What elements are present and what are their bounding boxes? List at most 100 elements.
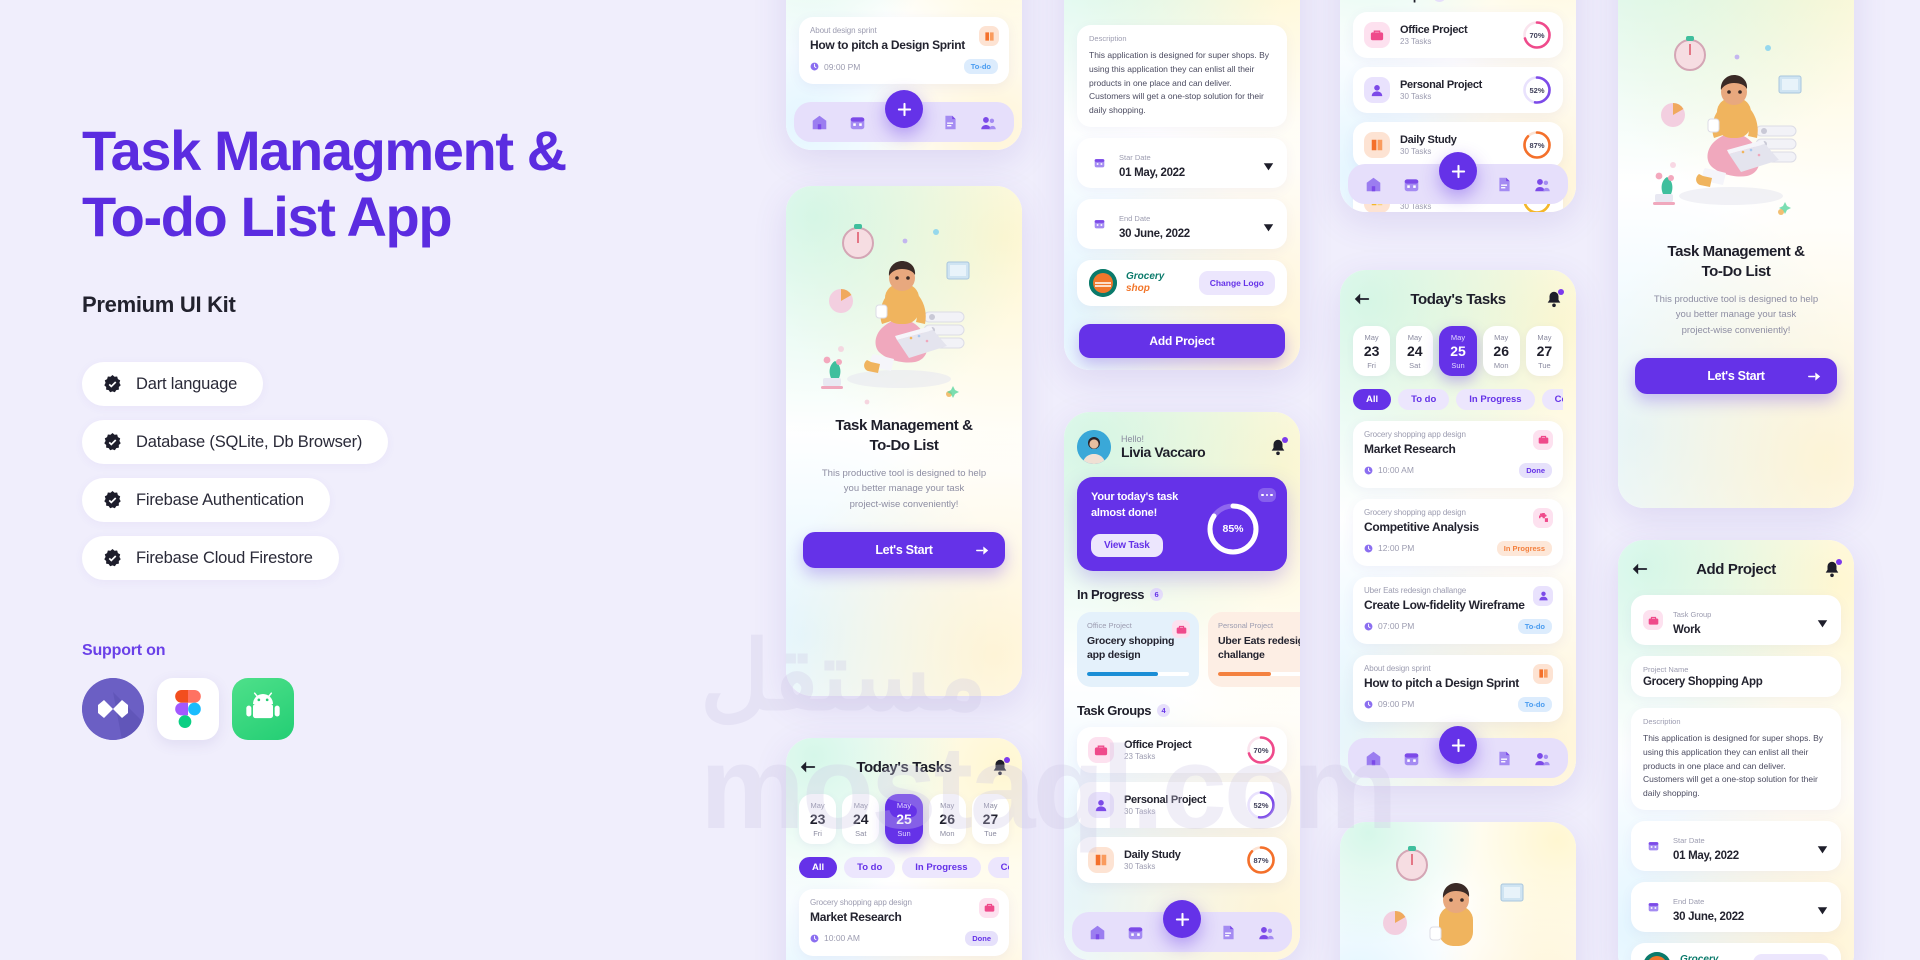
- field-value: Work: [1673, 624, 1701, 636]
- add-fab-button[interactable]: [1439, 726, 1477, 764]
- back-arrow-icon[interactable]: [1631, 560, 1649, 578]
- date-cell[interactable]: May 27 Tue: [1525, 326, 1564, 376]
- add-fab-button[interactable]: [1163, 900, 1201, 938]
- home-icon[interactable]: [1089, 924, 1106, 941]
- bell-icon[interactable]: [991, 757, 1010, 776]
- bell-icon[interactable]: [1823, 559, 1842, 578]
- change-logo-button[interactable]: Change Logo: [1752, 953, 1829, 960]
- date-cell[interactable]: May 23 Fri: [799, 794, 837, 844]
- home-icon[interactable]: [1365, 176, 1382, 193]
- grocery-shop-logo: [1089, 268, 1117, 297]
- date-cell[interactable]: May 24 Sat: [842, 794, 880, 844]
- project-group: Personal Project: [1218, 621, 1274, 630]
- document-icon[interactable]: [1220, 924, 1237, 941]
- task-card[interactable]: Grocery shopping app design Market Resea…: [1353, 420, 1563, 488]
- caret-down-icon[interactable]: [1263, 158, 1274, 171]
- task-group-field[interactable]: Task Group Work: [1631, 595, 1841, 645]
- end-date-field[interactable]: End Date 30 June, 2022: [1077, 198, 1287, 249]
- task-group-row[interactable]: Personal Project 30 Tasks 52%: [1353, 67, 1563, 113]
- home-icon[interactable]: [1365, 750, 1382, 767]
- people-icon[interactable]: [1258, 924, 1275, 941]
- add-project-button[interactable]: Add Project: [1079, 323, 1285, 358]
- status-badge: Done: [965, 930, 998, 946]
- briefcase-icon: [979, 897, 999, 918]
- calendar-icon[interactable]: [1403, 750, 1420, 767]
- bell-icon[interactable]: [1269, 437, 1288, 456]
- date-cell[interactable]: May 23 Fri: [1353, 326, 1391, 376]
- field-value: Grocery Shopping App: [1643, 676, 1763, 688]
- date-day: 27: [1536, 343, 1553, 359]
- task-project: Grocery shopping app design: [1364, 429, 1466, 439]
- date-cell-selected[interactable]: May 25 Sun: [885, 794, 923, 844]
- task-group-row[interactable]: Daily Study30 Tasks 87%: [1077, 837, 1287, 884]
- more-dots-icon[interactable]: [1258, 488, 1276, 502]
- caret-down-icon[interactable]: [1817, 902, 1828, 915]
- avatar[interactable]: [1077, 430, 1111, 464]
- project-card[interactable]: Personal Project Uber Eats redesign chal…: [1208, 612, 1300, 688]
- onboarding-description: This productive tool is designed to help…: [1653, 293, 1819, 336]
- clock-icon: [1364, 700, 1373, 709]
- task-card[interactable]: Uber Eats redesign challange Create Low-…: [1353, 576, 1563, 644]
- document-icon[interactable]: [942, 114, 959, 131]
- people-icon[interactable]: [1534, 176, 1551, 193]
- date-cell[interactable]: May 27 Tue: [971, 794, 1010, 844]
- filter-chip-completed[interactable]: Co: [987, 856, 1009, 878]
- document-icon[interactable]: [1496, 750, 1513, 767]
- filter-chip-all[interactable]: All: [1353, 388, 1392, 410]
- task-card[interactable]: Grocery shopping app design Competitive …: [1353, 498, 1563, 566]
- field-label: End Date: [1119, 213, 1151, 223]
- back-arrow-icon[interactable]: [799, 758, 817, 776]
- end-date-field[interactable]: End Date 30 June, 2022: [1631, 881, 1841, 932]
- calendar-icon[interactable]: [1127, 924, 1144, 941]
- lets-start-button[interactable]: Let's Start: [803, 532, 1005, 568]
- back-arrow-icon[interactable]: [1353, 290, 1371, 308]
- caret-down-icon[interactable]: [1263, 219, 1274, 232]
- filter-chip-all[interactable]: All: [799, 856, 838, 878]
- description-field[interactable]: Description This application is designed…: [1631, 708, 1841, 810]
- filter-chip-todo[interactable]: To do: [1398, 388, 1450, 410]
- view-task-button[interactable]: View Task: [1091, 533, 1163, 557]
- calendar-icon[interactable]: [1403, 176, 1420, 193]
- badge-check-icon: [102, 490, 123, 511]
- start-date-field[interactable]: Star Date 01 May, 2022: [1077, 137, 1287, 188]
- date-cell[interactable]: May 26 Mon: [1482, 326, 1520, 376]
- filter-chip-todo[interactable]: To do: [844, 856, 896, 878]
- document-icon[interactable]: [1496, 176, 1513, 193]
- group-progress-ring: 87%: [1522, 130, 1552, 160]
- people-icon[interactable]: [1534, 750, 1551, 767]
- date-cell-selected[interactable]: May 25 Sun: [1439, 326, 1477, 376]
- calendar-icon[interactable]: [849, 114, 866, 131]
- grocery-shop-logo: [1643, 951, 1671, 960]
- caret-down-icon[interactable]: [1817, 841, 1828, 854]
- add-fab-button[interactable]: [885, 90, 923, 128]
- task-group-row[interactable]: Office Project 23 Tasks 70%: [1353, 12, 1563, 58]
- change-logo-button[interactable]: Change Logo: [1198, 270, 1275, 295]
- task-card[interactable]: About design sprint How to pitch a Desig…: [799, 17, 1009, 84]
- filter-chip-in-progress[interactable]: In Progress: [1456, 388, 1535, 410]
- filter-chip-completed[interactable]: Co: [1541, 388, 1563, 410]
- task-group-row[interactable]: Personal Project 30 Tasks 52%: [1077, 782, 1287, 829]
- task-card[interactable]: About design sprint How to pitch a Desig…: [1353, 654, 1563, 722]
- caret-down-icon[interactable]: [1817, 616, 1828, 628]
- date-day: 24: [853, 811, 869, 827]
- project-card[interactable]: Office Project Grocery shopping app desi…: [1077, 612, 1199, 688]
- lets-start-button[interactable]: Let's Start: [1635, 358, 1837, 394]
- in-progress-header: In Progress 6: [1077, 587, 1287, 602]
- project-name-field[interactable]: Project Name Grocery Shopping App: [1631, 656, 1841, 697]
- greeting-label: Hello!: [1121, 434, 1145, 444]
- add-fab-button[interactable]: [1439, 152, 1477, 190]
- progress-banner: Your today's task almost done! View Task…: [1077, 477, 1287, 571]
- book-icon: [1088, 847, 1114, 874]
- task-group-row[interactable]: Office Project 23 Tasks 70%: [1077, 727, 1287, 774]
- status-badge: To-do: [1517, 618, 1552, 634]
- clock-icon: [810, 934, 819, 943]
- filter-chip-in-progress[interactable]: In Progress: [902, 856, 981, 878]
- bell-icon[interactable]: [1545, 289, 1564, 308]
- description-field[interactable]: Description This application is designed…: [1077, 25, 1287, 127]
- date-cell[interactable]: May 26 Mon: [928, 794, 966, 844]
- people-icon[interactable]: [980, 114, 997, 131]
- task-card[interactable]: Grocery shopping app design Market Resea…: [799, 888, 1009, 956]
- start-date-field[interactable]: Star Date 01 May, 2022: [1631, 820, 1841, 871]
- home-icon[interactable]: [811, 114, 828, 131]
- date-cell[interactable]: May 24 Sat: [1396, 326, 1434, 376]
